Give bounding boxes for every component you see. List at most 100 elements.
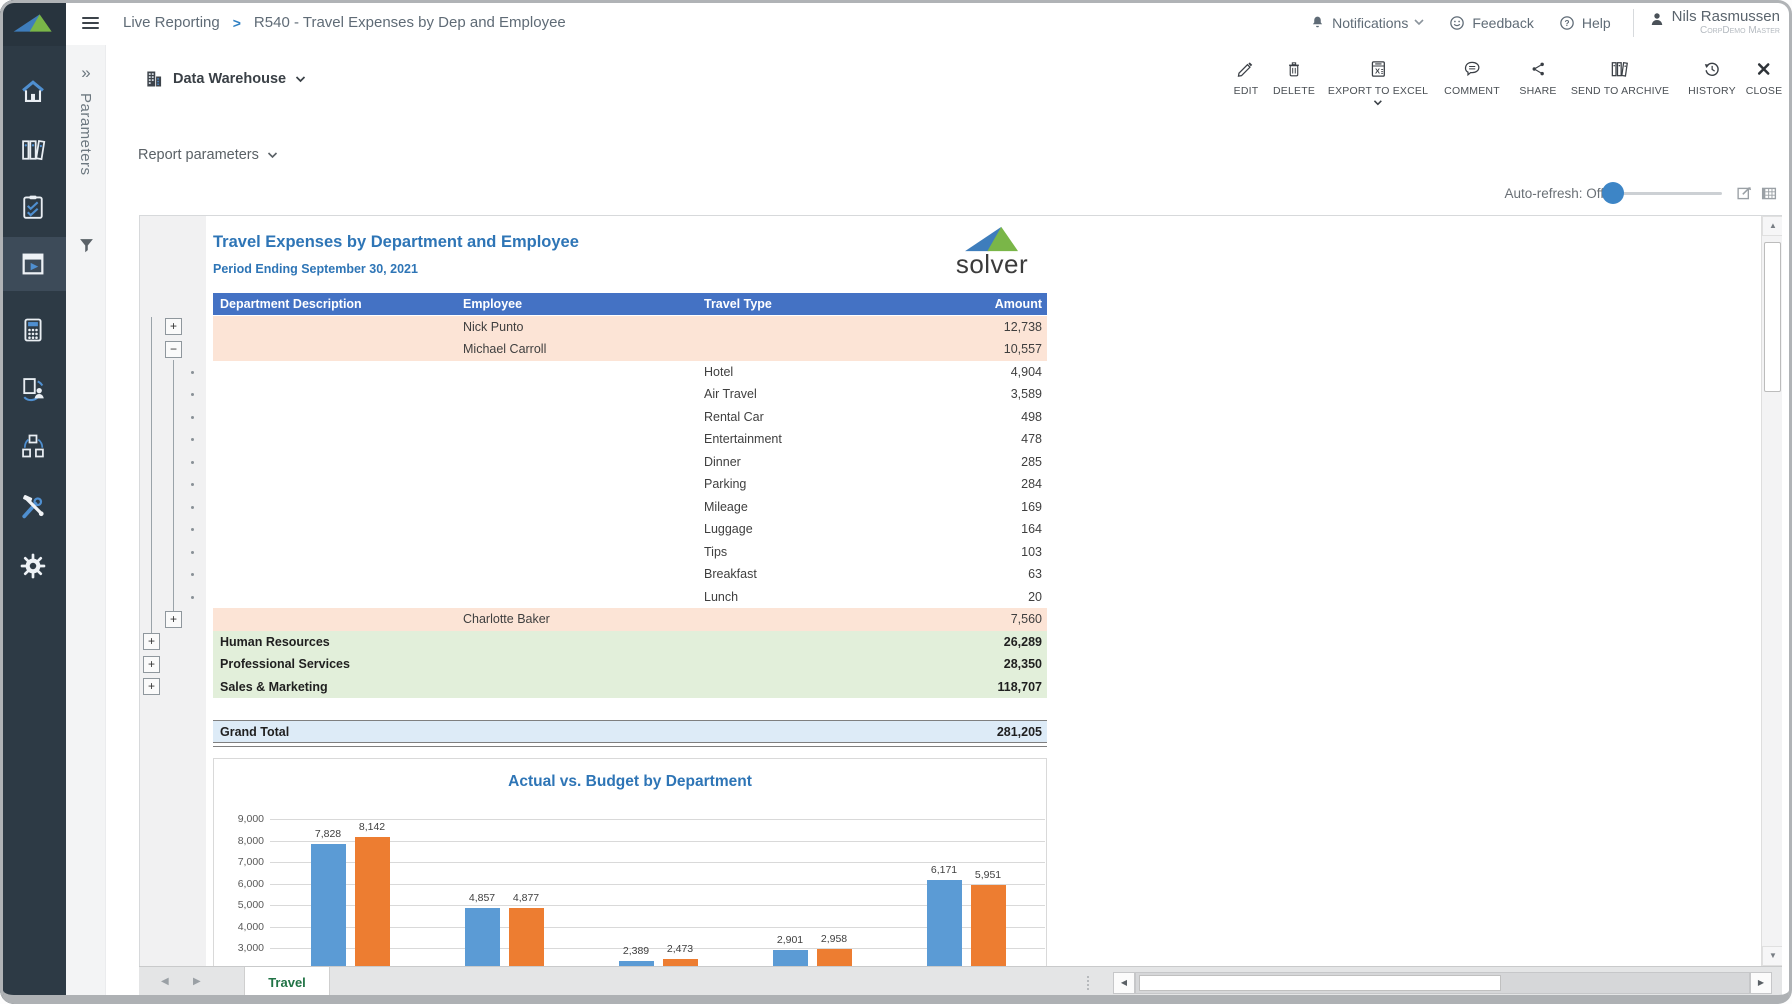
- horizontal-scroll-thumb[interactable]: [1139, 975, 1501, 991]
- expand-parameters-chevrons[interactable]: »: [66, 63, 106, 83]
- sidebar-item-live-reporting[interactable]: [0, 237, 66, 291]
- library-binders-icon: [19, 136, 47, 164]
- edit-button[interactable]: EDIT: [1234, 59, 1259, 97]
- sidebar-item-settings[interactable]: [0, 539, 66, 593]
- outline-expand-button[interactable]: +: [165, 611, 182, 628]
- user-menu[interactable]: Nils Rasmussen CorpDemo Master: [1648, 9, 1780, 37]
- chart-data-label: 4,877: [495, 892, 557, 904]
- scroll-down-button[interactable]: ▼: [1762, 946, 1782, 966]
- column-header: Department Description: [220, 293, 362, 315]
- report-parameters-toggle[interactable]: Report parameters: [138, 147, 278, 163]
- tab-scroll-splitter[interactable]: [1087, 974, 1089, 992]
- chart-y-tick-label: 8,000: [220, 835, 264, 847]
- sidebar-item-process[interactable]: [0, 419, 66, 473]
- breadcrumb-section[interactable]: Live Reporting: [123, 14, 220, 31]
- hamburger-menu-icon[interactable]: [82, 14, 99, 32]
- outline-expand-button[interactable]: +: [143, 656, 160, 673]
- popout-edit-icon[interactable]: [1736, 185, 1753, 202]
- data-source-dropdown[interactable]: Data Warehouse: [144, 69, 306, 89]
- user-name: Nils Rasmussen: [1672, 9, 1780, 25]
- document-person-icon: [19, 375, 47, 403]
- sheet-nav-next-icon[interactable]: ▶: [193, 976, 201, 987]
- outline-row-dot: [191, 551, 194, 554]
- cell-travel-type: Air Travel: [704, 383, 757, 406]
- chart-container: Actual vs. Budget by Department 9,0008,0…: [213, 758, 1047, 966]
- hscroll-left-button[interactable]: ◀: [1113, 972, 1135, 994]
- user-org: CorpDemo Master: [1672, 25, 1780, 37]
- auto-refresh-knob[interactable]: [1602, 182, 1624, 204]
- outline-expand-button[interactable]: +: [165, 318, 182, 335]
- auto-refresh-control: Auto-refresh: Off: [1504, 185, 1778, 202]
- sidebar-item-tasks[interactable]: [0, 180, 66, 234]
- cell-amount: 20: [793, 586, 1042, 609]
- chart-bar-budget: [817, 949, 852, 966]
- hscroll-right-button[interactable]: ▶: [1750, 972, 1772, 994]
- share-button[interactable]: SHARE: [1519, 59, 1556, 97]
- cell-travel-type: Luggage: [704, 518, 753, 541]
- cell-amount: 103: [793, 541, 1042, 564]
- table-row: Air Travel3,589: [213, 383, 1047, 406]
- chart-bar-budget: [355, 837, 390, 966]
- cell-employee: Michael Carroll: [463, 338, 546, 361]
- sidebar-item-budgeting[interactable]: [0, 303, 66, 357]
- outline-expand-button[interactable]: +: [143, 633, 160, 650]
- outline-expand-button[interactable]: +: [143, 678, 160, 695]
- main-content: Data Warehouse EDIT DELETE X EXPORT TO E…: [106, 45, 1792, 1004]
- outline-row-dot: [191, 371, 194, 374]
- report-player-icon: [19, 250, 47, 278]
- process-nodes-icon: [19, 432, 47, 460]
- cell-employee: Charlotte Baker: [463, 608, 550, 631]
- grand-total-row: Grand Total 281,205: [213, 720, 1047, 743]
- table-row: Tips103: [213, 541, 1047, 564]
- table-row: Lunch20: [213, 586, 1047, 609]
- cell-amount: 10,557: [793, 338, 1042, 361]
- solver-report-logo: solver: [944, 226, 1040, 276]
- outline-row-dot: [191, 416, 194, 419]
- excel-file-icon: X: [1368, 59, 1387, 79]
- help-button[interactable]: ? Help: [1550, 14, 1619, 32]
- outline-row-dot: [191, 596, 194, 599]
- sheet-nav-prev-icon[interactable]: ◀: [161, 976, 169, 987]
- delete-button[interactable]: DELETE: [1273, 59, 1315, 97]
- cell-amount: 28,350: [793, 653, 1042, 676]
- outline-collapse-button[interactable]: −: [165, 341, 182, 358]
- chart-data-label: 2,958: [803, 933, 865, 945]
- close-button[interactable]: CLOSE: [1746, 59, 1783, 97]
- sidebar-item-home[interactable]: [0, 64, 66, 118]
- share-icon: [1529, 59, 1547, 79]
- sheet-tab-travel[interactable]: Travel: [244, 967, 330, 997]
- filter-funnel-icon[interactable]: [78, 237, 95, 254]
- horizontal-scrollbar[interactable]: [1135, 972, 1750, 994]
- report-subtitle: Period Ending September 30, 2021: [213, 262, 418, 276]
- send-to-archive-button[interactable]: SEND TO ARCHIVE: [1571, 59, 1669, 97]
- history-button[interactable]: HISTORY: [1688, 59, 1736, 97]
- pencil-icon: [1236, 59, 1256, 79]
- comment-button[interactable]: COMMENT: [1444, 59, 1500, 97]
- vertical-scrollbar: ▲ ▼: [1761, 216, 1782, 966]
- vertical-scroll-thumb[interactable]: [1764, 242, 1781, 392]
- top-bar: Live Reporting > R540 - Travel Expenses …: [66, 0, 1792, 45]
- sidebar-item-library[interactable]: [0, 123, 66, 177]
- chart-bar-actual: [927, 880, 962, 966]
- help-circle-icon: ?: [1558, 14, 1576, 32]
- chart-bar-budget: [509, 908, 544, 966]
- column-header: Employee: [463, 293, 522, 315]
- grid-view-icon[interactable]: [1760, 185, 1778, 202]
- export-to-excel-button[interactable]: X EXPORT TO EXCEL: [1328, 59, 1428, 106]
- table-row: Dinner285: [213, 451, 1047, 474]
- feedback-button[interactable]: Feedback: [1440, 14, 1541, 32]
- scroll-up-button[interactable]: ▲: [1762, 216, 1782, 236]
- auto-refresh-slider[interactable]: [1614, 192, 1722, 195]
- chart-bar-actual: [465, 908, 500, 966]
- chart-data-label: 2,473: [649, 943, 711, 955]
- notifications-button[interactable]: Notifications: [1301, 14, 1432, 32]
- chart-y-tick-label: 4,000: [220, 921, 264, 933]
- table-row: Nick Punto12,738: [213, 316, 1047, 339]
- outline-level1-line: [151, 317, 152, 635]
- sidebar-item-administration[interactable]: [0, 480, 66, 534]
- sidebar-item-collaboration[interactable]: [0, 362, 66, 416]
- cell-amount: 478: [793, 428, 1042, 451]
- table-row: Professional Services28,350: [213, 653, 1047, 676]
- report-title: Travel Expenses by Department and Employ…: [213, 233, 579, 252]
- app-window: » Parameters Live Reporting > R540 - Tra…: [0, 0, 1792, 1004]
